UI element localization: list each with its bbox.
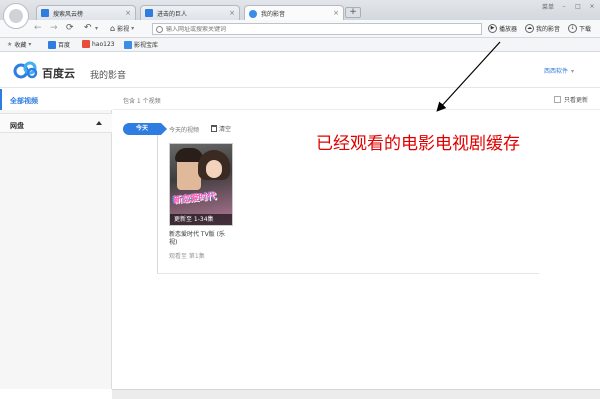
new-tab-button[interactable]: + <box>345 7 361 18</box>
download-button[interactable]: ↓ 下载 <box>568 24 591 33</box>
trash-icon <box>211 125 217 132</box>
bookmark-label: 影视宝库 <box>134 42 159 49</box>
my-media-label: 我的影音 <box>536 26 561 33</box>
refresh-icon[interactable]: ⟳ <box>66 23 74 33</box>
avatar[interactable] <box>3 3 29 29</box>
list-toolbar: 包含 1 个视频 只看更新 <box>113 89 600 110</box>
hao123-icon <box>82 40 90 48</box>
watch-progress: 观看至 第1集 <box>169 253 205 260</box>
user-icon <box>9 9 23 23</box>
tab-label: 我的影音 <box>261 11 286 18</box>
status-bar <box>112 389 600 399</box>
tab-favicon-icon <box>145 9 153 17</box>
browser-titlebar: 搜索风云榜 × 进击的巨人 × 我的影音 × + 菜单 – □ × <box>0 0 600 29</box>
star-icon: ★ <box>7 41 13 48</box>
page-header: 百度云 我的影音 西西软件 ▾ <box>0 52 600 88</box>
page-content: 百度云 我的影音 西西软件 ▾ 全部视频 网盘 包含 1 个视频 只看更新 今天 … <box>0 52 600 399</box>
download-label: 下载 <box>579 26 592 33</box>
bookmark-label: 百度 <box>58 42 71 49</box>
home-icon: ⌂ <box>110 24 116 33</box>
baidu-icon <box>48 40 56 49</box>
timeline-line <box>157 135 158 273</box>
page-title: 我的影音 <box>90 71 127 81</box>
search-icon <box>156 25 163 33</box>
bookmark-video-library[interactable]: 影视宝库 <box>124 40 158 49</box>
chevron-up-icon[interactable] <box>96 121 102 125</box>
updates-only-label: 只看更新 <box>563 97 588 104</box>
chevron-down-icon: ▾ <box>28 41 32 48</box>
view-mode-label: 影视 <box>117 26 130 33</box>
video-count-summary: 包含 1 个视频 <box>123 98 161 105</box>
video-library-icon <box>124 40 132 49</box>
my-media-button[interactable]: ☁ 我的影音 <box>525 24 560 33</box>
sidebar-item-all-videos[interactable]: 全部视频 <box>0 89 112 110</box>
player-label: 播放器 <box>499 26 518 33</box>
user-name: 西西软件 <box>544 68 569 75</box>
sidebar: 全部视频 网盘 <box>0 89 112 389</box>
back-icon[interactable]: ← <box>34 23 42 33</box>
video-poster[interactable]: 新恋爱时代 更新至 1-34集 <box>169 143 233 226</box>
close-icon[interactable]: × <box>229 9 235 17</box>
address-bar: ← → ⟳ ↶ ▾ ⌂ 影视 ▾ ▶ 播放器 ☁ 我的影音 ↓ 下载 <box>0 20 600 38</box>
poster-figure <box>206 160 222 178</box>
tab-my-media[interactable]: 我的影音 × <box>244 5 344 21</box>
chevron-down-icon: ▾ <box>131 25 135 32</box>
today-video-label: 今天的视频 <box>169 127 200 134</box>
user-menu[interactable]: 西西软件 ▾ <box>544 66 574 75</box>
favorites-menu[interactable]: ★ 收藏 ▾ <box>7 40 31 49</box>
forward-icon[interactable]: → <box>50 23 58 33</box>
tab-favicon-icon <box>249 9 257 18</box>
bookmark-baidu[interactable]: 百度 <box>48 40 70 49</box>
clear-button[interactable]: 清空 <box>211 124 231 133</box>
chevron-down-icon[interactable]: ▾ <box>95 25 98 32</box>
checkbox-icon[interactable] <box>553 96 561 103</box>
video-card[interactable]: 新恋爱时代 更新至 1-34集 新恋爱时代 TV版 (乐视) 观看至 第1集 <box>169 143 233 260</box>
favorites-label: 收藏 <box>14 42 27 49</box>
download-icon: ↓ <box>568 24 577 33</box>
tab-search-rankings[interactable]: 搜索风云榜 × <box>36 5 136 20</box>
tab-label: 搜索风云榜 <box>53 10 84 18</box>
chevron-down-icon: ▾ <box>571 68 575 75</box>
maximize-button[interactable]: □ <box>574 3 582 10</box>
annotation-text: 已经观看的电影电视剧缓存 <box>316 134 520 154</box>
close-icon[interactable]: × <box>125 9 131 17</box>
url-input[interactable] <box>166 25 466 33</box>
menu-button[interactable]: 菜单 <box>542 2 554 11</box>
bookmark-hao123[interactable]: hao123 <box>82 40 115 48</box>
episode-update-caption: 更新至 1-34集 <box>170 214 232 225</box>
tab-label: 进击的巨人 <box>157 10 188 18</box>
url-field[interactable] <box>152 23 482 35</box>
bookmarks-bar: ★ 收藏 ▾ 百度 hao123 影视宝库 <box>0 38 600 52</box>
close-window-button[interactable]: × <box>588 3 596 10</box>
bookmark-label: hao123 <box>92 40 115 48</box>
today-tag: 今天 <box>123 123 167 135</box>
updates-only-checkbox[interactable]: 只看更新 <box>553 95 588 104</box>
close-icon[interactable]: × <box>333 9 339 17</box>
logo-text[interactable]: 百度云 <box>42 65 75 81</box>
video-title-link[interactable]: 新恋爱时代 TV版 (乐视) <box>169 231 233 247</box>
window-controls: 菜单 – □ × <box>542 2 596 11</box>
cloud-icon: ☁ <box>525 24 534 33</box>
sidebar-item-label: 网盘 <box>10 122 24 130</box>
baidu-cloud-logo-icon[interactable] <box>12 61 40 79</box>
undo-icon[interactable]: ↶ <box>84 23 92 33</box>
sidebar-item-netdisk[interactable]: 网盘 <box>0 113 112 133</box>
minimize-button[interactable]: – <box>560 3 568 10</box>
play-icon: ▶ <box>488 24 497 33</box>
player-button[interactable]: ▶ 播放器 <box>488 24 517 33</box>
tab-favicon-icon <box>41 9 49 17</box>
clear-label: 清空 <box>219 126 232 133</box>
tab-attack-on-titan[interactable]: 进击的巨人 × <box>140 5 240 20</box>
view-mode-button[interactable]: ⌂ 影视 ▾ <box>110 24 134 33</box>
divider <box>157 273 539 274</box>
